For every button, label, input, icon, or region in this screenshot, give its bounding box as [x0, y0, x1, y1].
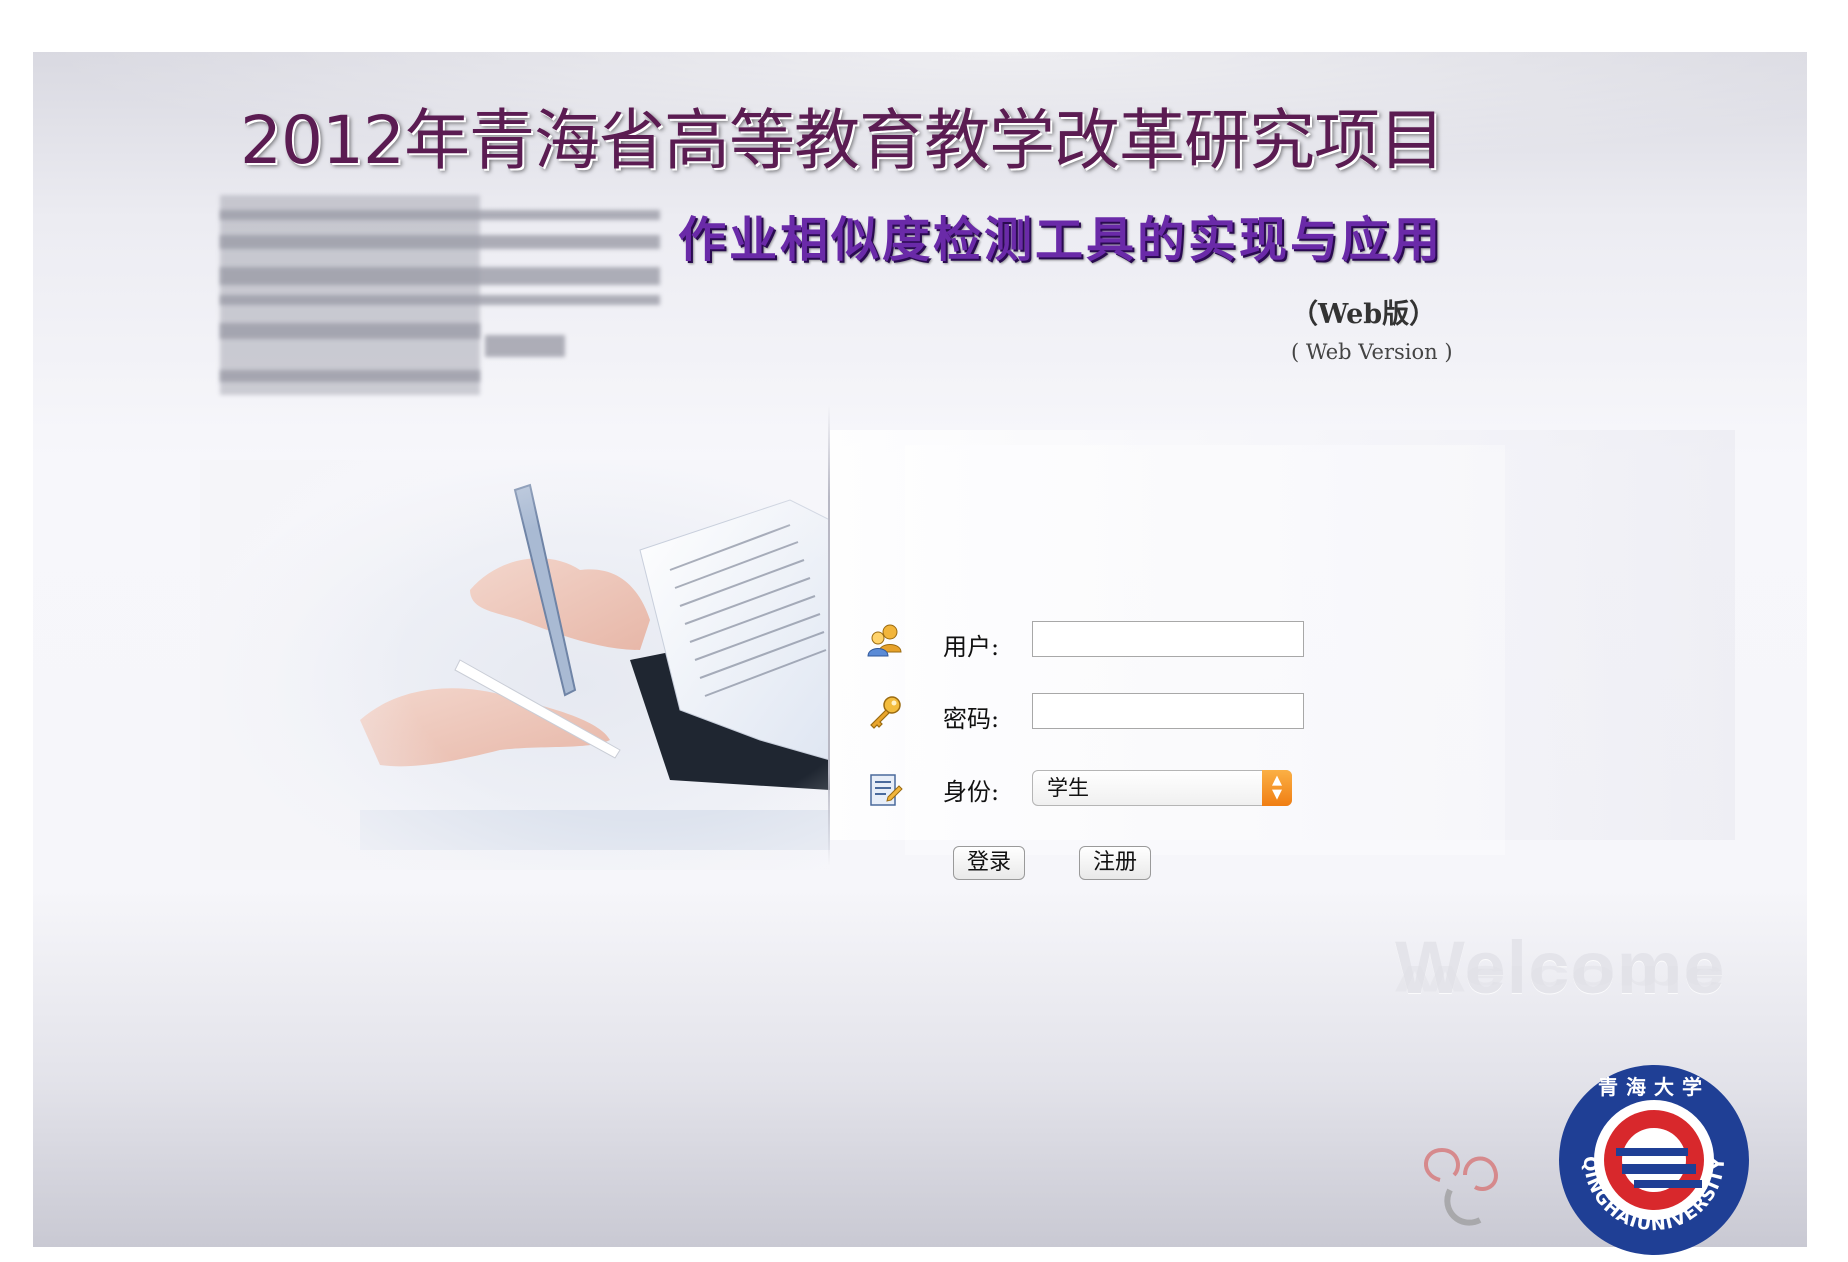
select-arrows-icon: ▲ ▼	[1262, 770, 1292, 806]
university-logo: QINGHAIUNIVERSITY 青海大学	[1556, 1062, 1752, 1258]
id-card-icon	[866, 771, 904, 809]
role-select-value: 学生	[1047, 776, 1089, 800]
register-button[interactable]: 注册	[1079, 846, 1151, 880]
key-icon	[866, 694, 904, 732]
hands-document-photo	[200, 460, 830, 870]
project-subtitle: 作业相似度检测工具的实现与应用	[678, 212, 1444, 268]
university-logo-cn-text: 青海大学	[1598, 1075, 1710, 1099]
blurred-banner-graphic	[220, 195, 660, 400]
version-label-en: ( Web Version )	[1291, 340, 1453, 364]
user-label: 用户:	[943, 633, 1000, 661]
role-select[interactable]: 学生 ▲ ▼	[1032, 770, 1292, 806]
swirl-logo	[1410, 1135, 1510, 1235]
password-label: 密码:	[943, 705, 1000, 733]
version-label-cn: （Web版）	[1291, 299, 1437, 330]
welcome-watermark-reflection: Welcome	[1395, 958, 1726, 1000]
users-icon	[866, 622, 904, 660]
login-button[interactable]: 登录	[953, 846, 1025, 880]
role-label: 身份:	[943, 778, 1000, 806]
password-input[interactable]	[1032, 693, 1304, 729]
page-title: 2012年青海省高等教育教学改革研究项目	[240, 102, 1445, 179]
username-input[interactable]	[1032, 621, 1304, 657]
